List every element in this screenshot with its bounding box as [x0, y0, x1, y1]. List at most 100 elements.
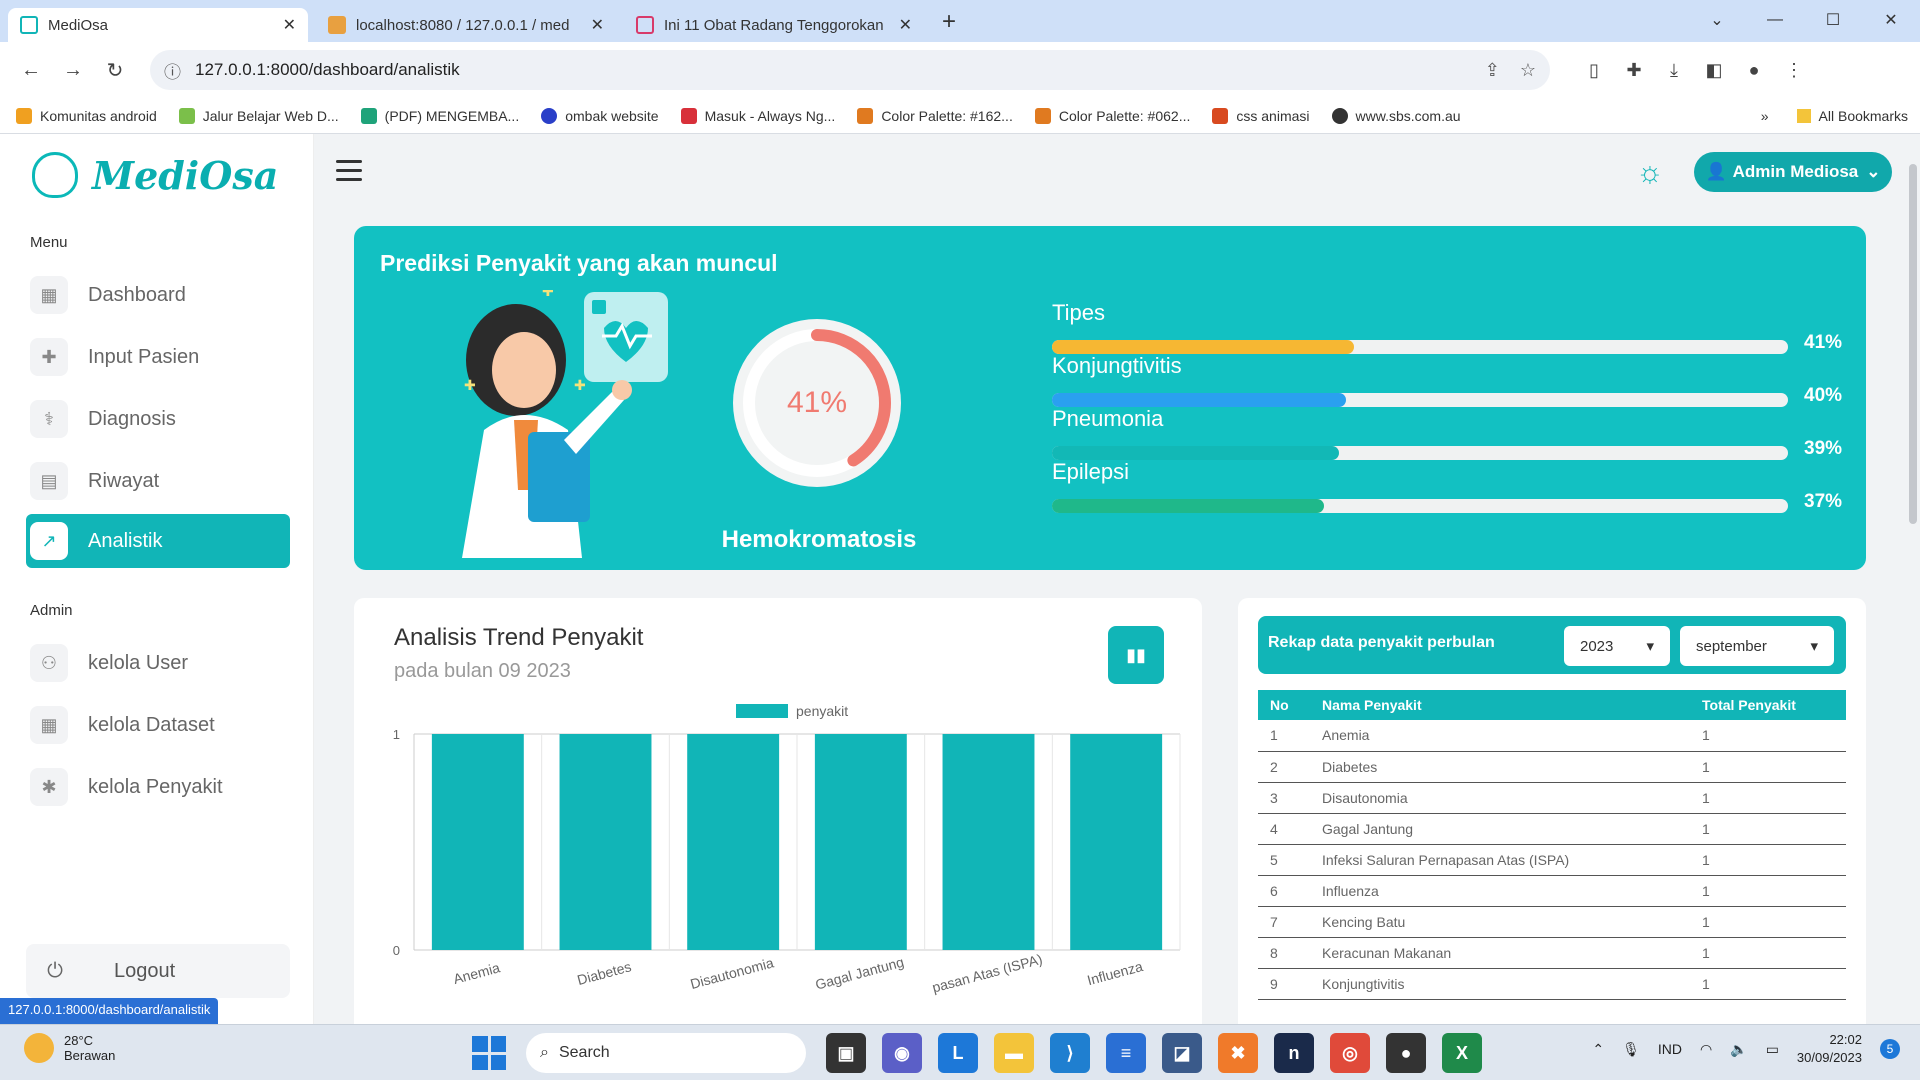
- tab-search-icon[interactable]: ⌄: [1688, 10, 1746, 30]
- taskbar-search[interactable]: ⌕ Search: [526, 1033, 806, 1073]
- sidebar-item-diagnosis[interactable]: ⚕ Diagnosis: [26, 392, 290, 446]
- scrollbar-thumb[interactable]: [1909, 164, 1917, 524]
- browser-tab-obat[interactable]: Ini 11 Obat Radang Tenggorokan ✕: [624, 8, 924, 42]
- chrome-icon[interactable]: ◎: [1330, 1033, 1370, 1073]
- hamburger-menu-icon[interactable]: [336, 160, 362, 187]
- app-logo[interactable]: MediOsa: [32, 152, 278, 198]
- prediction-bar: Pneumonia 39%: [1052, 406, 1842, 460]
- close-window-icon[interactable]: ✕: [1862, 10, 1920, 30]
- row-number: 7: [1258, 906, 1310, 938]
- file-explorer-icon[interactable]: ▬: [994, 1033, 1034, 1073]
- reading-icon[interactable]: ▯: [1574, 60, 1614, 81]
- month-select[interactable]: september ▾: [1680, 626, 1834, 666]
- share-icon[interactable]: ⇪: [1485, 60, 1500, 81]
- back-icon[interactable]: ←: [14, 59, 48, 82]
- sidebar-item-label: kelola Dataset: [88, 713, 215, 736]
- chart-type-button[interactable]: ▮▮: [1108, 626, 1164, 684]
- sidebar-item-kelola-dataset[interactable]: ▦ kelola Dataset: [26, 698, 290, 752]
- xampp-icon[interactable]: ✖: [1218, 1033, 1258, 1073]
- sidebar-item-analistik[interactable]: ↗ Analistik: [26, 514, 290, 568]
- progress-fill: [1052, 340, 1354, 354]
- favicon-phpmyadmin-icon: [328, 16, 346, 34]
- chevron-up-icon[interactable]: ⌃: [1592, 1041, 1604, 1058]
- excel-icon[interactable]: X: [1442, 1033, 1482, 1073]
- notion-n-icon[interactable]: n: [1274, 1033, 1314, 1073]
- column-header: Nama Penyakit: [1310, 690, 1690, 720]
- profile-avatar-icon[interactable]: ●: [1734, 60, 1774, 81]
- sidebar-item-kelola-user[interactable]: ⚇ kelola User: [26, 636, 290, 690]
- bookmark-item[interactable]: Masuk - Always Ng...: [680, 107, 835, 124]
- sidebar-item-input-pasien[interactable]: ✚ Input Pasien: [26, 330, 290, 384]
- system-tray: ⌃ 🎙 IND ◠ 🔈 ▭ 22:02 30/09/2023 5: [1574, 1031, 1900, 1067]
- clock-time: 22:02: [1829, 1032, 1862, 1047]
- browser-menu-icon[interactable]: ⋮: [1774, 60, 1814, 81]
- legend-swatch: [736, 704, 788, 718]
- row-number: 8: [1258, 937, 1310, 969]
- bookmark-item[interactable]: Color Palette: #162...: [857, 107, 1013, 124]
- maximize-icon[interactable]: ☐: [1804, 10, 1862, 30]
- disease-name: Infeksi Saluran Pernapasan Atas (ISPA): [1310, 844, 1690, 876]
- sidebar-item-label: Dashboard: [88, 283, 186, 306]
- table-icon: ▦: [30, 706, 68, 744]
- sidebar-item-dashboard[interactable]: ▦ Dashboard: [26, 268, 290, 322]
- logout-button[interactable]: ⏻ Logout: [26, 944, 290, 998]
- sidebar-item-kelola-penyakit[interactable]: ✱ kelola Penyakit: [26, 760, 290, 814]
- more-bookmarks-icon[interactable]: »: [1761, 108, 1769, 124]
- clock[interactable]: 22:02 30/09/2023: [1797, 1031, 1862, 1067]
- minimize-icon[interactable]: —: [1746, 11, 1804, 29]
- start-button-windows-icon[interactable]: [472, 1036, 506, 1070]
- extensions-icon[interactable]: ✚: [1614, 60, 1654, 81]
- sidebar: MediOsa Menu ▦ Dashboard ✚ Input Pasien …: [0, 134, 314, 1024]
- user-menu-button[interactable]: 👤 Admin Mediosa ⌄: [1694, 152, 1892, 192]
- bookmark-item[interactable]: (PDF) MENGEMBA...: [360, 107, 519, 124]
- volume-icon[interactable]: 🔈: [1730, 1041, 1747, 1058]
- download-icon[interactable]: ⤓: [1654, 60, 1694, 81]
- task-view-icon[interactable]: ▣: [826, 1033, 866, 1073]
- microphone-icon[interactable]: 🎙: [1622, 1041, 1640, 1058]
- app-ball-icon[interactable]: ●: [1386, 1033, 1426, 1073]
- new-tab-icon[interactable]: +: [942, 8, 956, 36]
- theme-toggle-sun-icon[interactable]: ☼: [1636, 156, 1664, 190]
- sidebar-item-riwayat[interactable]: ▤ Riwayat: [26, 454, 290, 508]
- bookmark-item[interactable]: Komunitas android: [16, 107, 157, 124]
- bookmark-item[interactable]: Color Palette: #062...: [1034, 107, 1190, 124]
- trend-subtitle: pada bulan 09 2023: [394, 660, 571, 682]
- notepad-icon[interactable]: ≡: [1106, 1033, 1146, 1073]
- url-field[interactable]: ⓘ 127.0.0.1:8000/dashboard/analistik ⇪ ☆: [150, 50, 1550, 90]
- bar-label: Epilepsi: [1052, 459, 1130, 484]
- close-tab-icon[interactable]: ✕: [283, 15, 296, 35]
- bookmark-item[interactable]: ombak website: [541, 107, 659, 124]
- rekap-title: Rekap data penyakit perbulan: [1268, 634, 1495, 651]
- browser-tab-phpmyadmin[interactable]: localhost:8080 / 127.0.0.1 / med ✕: [316, 8, 616, 42]
- battery-icon[interactable]: ▭: [1766, 1041, 1779, 1058]
- vscode-icon[interactable]: ⟩: [1050, 1033, 1090, 1073]
- close-tab-icon[interactable]: ✕: [591, 15, 604, 35]
- year-select[interactable]: 2023 ▾: [1564, 626, 1670, 666]
- bookmark-item[interactable]: www.sbs.com.au: [1331, 107, 1461, 124]
- reload-icon[interactable]: ↻: [98, 58, 132, 83]
- browser-tab-strip: MediOsa ✕ localhost:8080 / 127.0.0.1 / m…: [0, 0, 1920, 42]
- notification-badge[interactable]: 5: [1880, 1039, 1900, 1059]
- forward-icon[interactable]: →: [56, 59, 90, 82]
- logo-text: MediOsa: [92, 152, 279, 198]
- close-tab-icon[interactable]: ✕: [899, 15, 912, 35]
- all-bookmarks-link[interactable]: All Bookmarks: [1819, 108, 1908, 124]
- app-l-icon[interactable]: L: [938, 1033, 978, 1073]
- sidepanel-icon[interactable]: ◧: [1694, 60, 1734, 81]
- site-info-icon[interactable]: ⓘ: [164, 58, 181, 83]
- page-scrollbar[interactable]: [1906, 134, 1920, 1024]
- chevron-down-icon: ⌄: [1866, 162, 1881, 181]
- bookmark-item[interactable]: css animasi: [1212, 107, 1310, 124]
- language-indicator[interactable]: IND: [1658, 1041, 1682, 1057]
- bookmark-star-icon[interactable]: ☆: [1520, 60, 1536, 81]
- gear-icon: ✱: [30, 768, 68, 806]
- app-window-icon[interactable]: ◪: [1162, 1033, 1202, 1073]
- progress-fill: [1052, 446, 1340, 460]
- disease-total: 1: [1690, 906, 1846, 938]
- wifi-icon[interactable]: ◠: [1700, 1041, 1712, 1058]
- browser-tab-mediosa[interactable]: MediOsa ✕: [8, 8, 308, 42]
- meet-icon[interactable]: ◉: [882, 1033, 922, 1073]
- row-number: 3: [1258, 782, 1310, 814]
- bookmark-item[interactable]: Jalur Belajar Web D...: [178, 107, 339, 124]
- weather-widget[interactable]: 28°C Berawan: [24, 1033, 115, 1063]
